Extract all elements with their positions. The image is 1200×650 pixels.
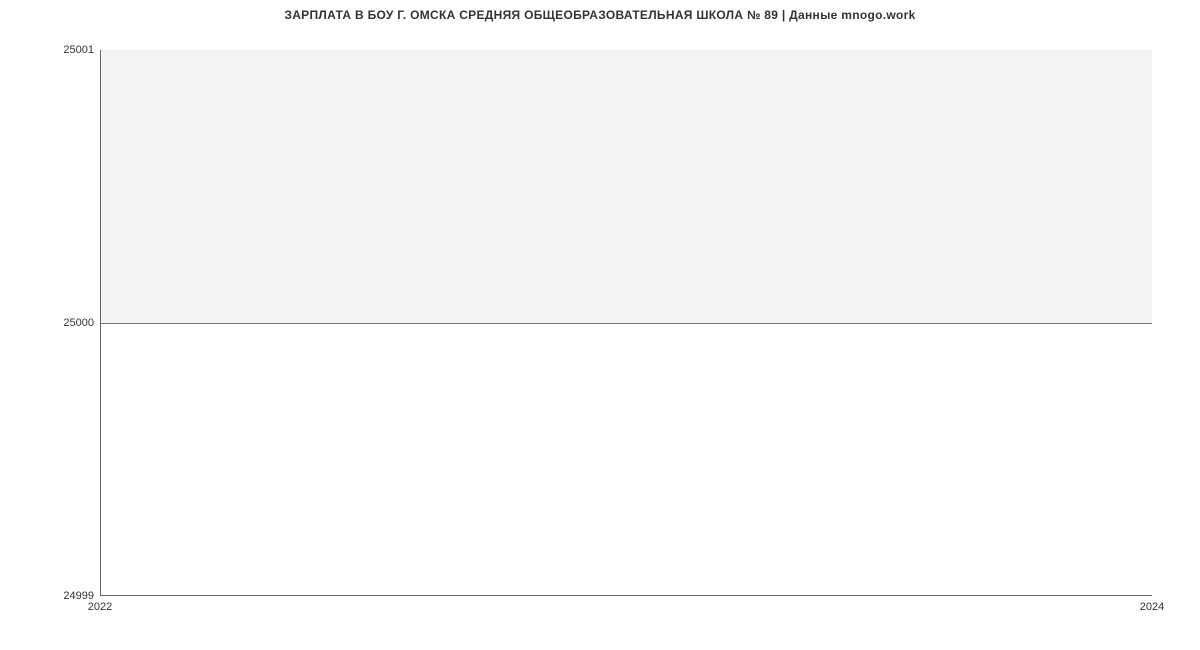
chart-title: ЗАРПЛАТА В БОУ Г. ОМСКА СРЕДНЯЯ ОБЩЕОБРА…	[0, 8, 1200, 22]
y-axis-ticks: 25001 25000 24999	[0, 50, 100, 596]
y-tick-label: 25001	[63, 44, 94, 56]
chart-fill-region	[101, 50, 1152, 323]
x-tick-label: 2024	[1140, 601, 1164, 613]
chart-data-line	[101, 323, 1152, 324]
plot-area	[100, 50, 1152, 596]
x-axis-ticks: 2022 2024	[100, 600, 1152, 620]
x-tick-label: 2022	[88, 601, 112, 613]
y-tick-label: 25000	[63, 317, 94, 329]
